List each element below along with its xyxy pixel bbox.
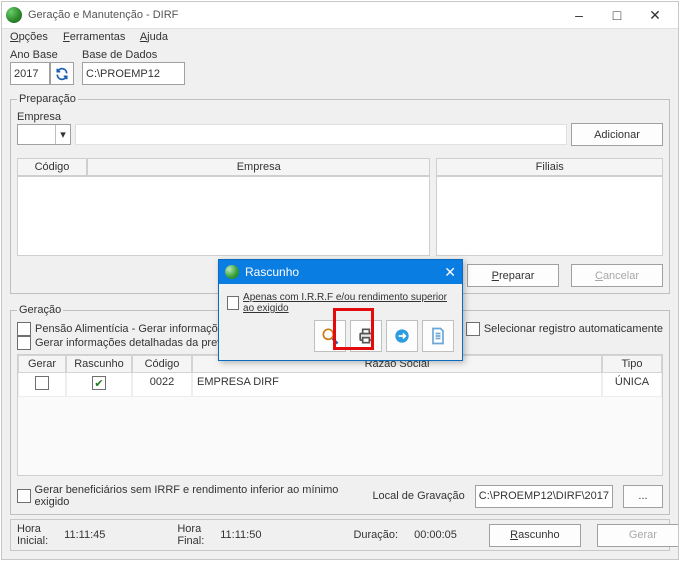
hora-final-value: 11:11:50 [220,529,261,541]
refresh-icon [55,67,69,81]
export-icon [392,326,412,346]
local-gravacao-input[interactable]: C:\PROEMP12\DIRF\2017 [475,485,613,508]
export-button[interactable] [386,320,418,352]
row-gerar-checkbox[interactable] [35,376,49,390]
document-icon [428,326,448,346]
rascunho-button[interactable]: Rascunho [489,524,581,547]
popup-icon [225,265,239,279]
empresa-combo[interactable]: ▾ [17,124,71,145]
col-empresa[interactable]: Empresa [87,158,430,176]
chk-auto[interactable]: Selecionar registro automaticamente [466,322,663,336]
app-icon [6,7,22,23]
chevron-down-icon: ▾ [55,125,70,144]
hora-final-label: Hora Final: [177,523,204,547]
rascunho-popup: Rascunho ✕ Apenas com I.R.R.F e/ou rendi… [218,259,463,361]
ano-base-label: Ano Base [10,49,74,61]
row-rascunho-checkbox[interactable]: ✔ [92,376,106,390]
status-bar: Hora Inicial: 11:11:45 Hora Final: 11:11… [10,519,670,551]
hora-inicial-value: 11:11:45 [64,529,105,541]
new-doc-button[interactable] [422,320,454,352]
popup-titlebar: Rascunho ✕ [219,260,462,284]
preparar-button[interactable]: Preparar [467,264,559,287]
geracao-legend: Geração [17,304,63,316]
duracao-value: 00:00:05 [414,529,457,541]
menu-ferramentas[interactable]: Ferramentas [63,31,125,43]
chk-sem-irrf[interactable]: Gerar beneficiários sem IRRF e rendiment… [17,484,362,508]
empresa-list[interactable] [17,176,430,256]
refresh-button[interactable] [50,62,74,85]
print-button[interactable] [350,320,382,352]
popup-close-button[interactable]: ✕ [444,264,456,281]
magnifier-icon [320,326,340,346]
gerar-button-footer: Gerar [597,524,678,547]
menu-opcoes[interactable]: Opções [10,31,48,43]
hdr-tipo[interactable]: Tipo [602,355,662,373]
base-dados-input[interactable]: C:\PROEMP12 [82,62,185,85]
empresa-label: Empresa [17,111,663,123]
row-tipo: ÚNICA [602,373,662,397]
printer-icon [356,326,376,346]
title-bar: Geração e Manutenção - DIRF – □ ✕ [2,2,678,29]
table-row[interactable]: ✔ 0022 EMPRESA DIRF ÚNICA [18,373,662,397]
adicionar-button[interactable]: Adicionar [571,123,663,146]
duracao-label: Duração: [353,529,398,541]
close-button[interactable]: ✕ [636,4,674,26]
maximize-button[interactable]: □ [598,4,636,26]
local-gravacao-label: Local de Gravação [372,490,464,502]
empresa-name-input[interactable] [75,124,567,145]
menu-bar: Opções Ferramentas Ajuda [2,29,678,45]
filiais-list[interactable] [436,176,663,256]
hora-inicial-label: Hora Inicial: [17,523,48,547]
hdr-codigo[interactable]: Código [132,355,192,373]
preparacao-legend: Preparação [17,93,78,105]
row-codigo: 0022 [132,373,192,397]
cancelar-button: Cancelar [571,264,663,287]
window-title: Geração e Manutenção - DIRF [28,9,178,21]
chk-apenas-irrf[interactable]: Apenas com I.R.R.F e/ou rendimento super… [227,292,454,314]
browse-button[interactable]: ... [623,485,663,508]
col-filiais[interactable]: Filiais [436,158,663,176]
preview-button[interactable] [314,320,346,352]
hdr-rascunho[interactable]: Rascunho [66,355,132,373]
main-window: Geração e Manutenção - DIRF – □ ✕ Opções… [1,1,679,560]
base-dados-label: Base de Dados [82,49,185,61]
row-razao: EMPRESA DIRF [192,373,602,397]
hdr-gerar[interactable]: Gerar [18,355,66,373]
ano-base-input[interactable]: 2017 [10,62,50,85]
minimize-button[interactable]: – [560,4,598,26]
menu-ajuda[interactable]: Ajuda [140,31,168,43]
geracao-grid[interactable]: Gerar Rascunho Código Razão Social Tipo … [17,354,663,476]
col-codigo[interactable]: Código [17,158,87,176]
popup-title: Rascunho [245,265,299,279]
